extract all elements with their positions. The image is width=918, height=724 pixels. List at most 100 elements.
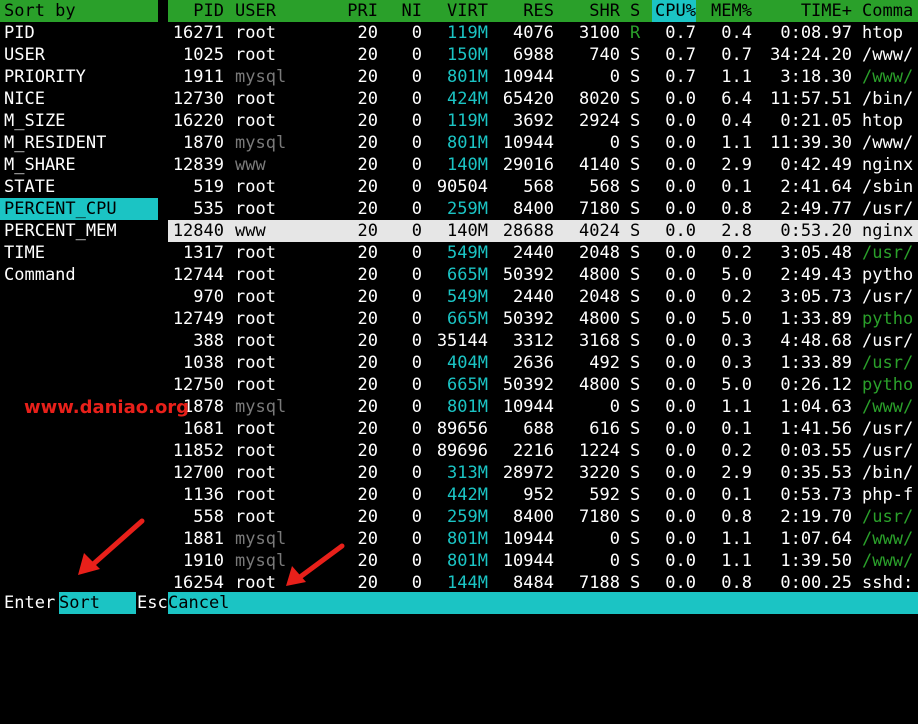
cell-user: root — [235, 375, 276, 395]
table-row[interactable]: 1136 root 20 0 442M 952 592 S 0.0 0.1 0:53.73 php-f — [168, 484, 918, 506]
header-time[interactable]: TIME+ — [762, 0, 852, 22]
sort-option-pid[interactable]: PID — [0, 22, 158, 44]
cell-time: 2:49.43 — [780, 265, 852, 285]
cell-virt: 549M — [447, 243, 488, 263]
sort-option-time[interactable]: TIME — [0, 242, 158, 264]
table-row[interactable]: 12840 www 20 0 140M 28688 4024 S 0.0 2.8 0:53.20 ng… — [168, 220, 918, 242]
function-key-bar: Enter Sort Esc Cancel — [0, 592, 918, 614]
header-state[interactable]: S — [630, 0, 640, 22]
sort-option-percent-cpu[interactable]: PERCENT_CPU — [0, 198, 158, 220]
cell-ni: 0 — [411, 199, 422, 219]
cancel-button[interactable]: Cancel — [168, 592, 918, 614]
table-row[interactable]: 12744 root 20 0 665M 50392 4800 S 0.0 5.0 2:49.43 p… — [168, 264, 918, 286]
cell-cmd: /www/ — [862, 551, 914, 571]
cell-pid: 12749 — [172, 309, 224, 329]
table-row[interactable]: 1878 mysql 20 0 801M 10944 0 S 0.0 1.1 1:04.63/www… — [168, 396, 918, 418]
cell-pri: 20 — [357, 23, 378, 43]
cell-pri: 20 — [357, 111, 378, 131]
cell-pid: 388 — [193, 331, 224, 351]
cell-user: mysql — [235, 133, 287, 153]
table-row[interactable]: 1870 mysql 20 0 801M 10944 0 S 0.0 1.1 11:39.30/ww… — [168, 132, 918, 154]
table-row[interactable]: 388 root 20 0 35144 3312 3168 S 0.0 0.3 4:48.68/us… — [168, 330, 918, 352]
cell-mem: 6.4 — [721, 89, 752, 109]
header-shr[interactable]: SHR — [564, 0, 620, 22]
cell-virt: 89696 — [436, 441, 488, 461]
sort-option-state[interactable]: STATE — [0, 176, 158, 198]
cell-virt: 424M — [447, 89, 488, 109]
table-row[interactable]: 12730 root 20 0 424M 65420 8020 S 0.0 6.4 11:57.51… — [168, 88, 918, 110]
esc-key: Esc — [137, 593, 168, 613]
sort-option-user[interactable]: USER — [0, 44, 158, 66]
cell-mem: 0.3 — [721, 353, 752, 373]
cell-res: 50392 — [502, 309, 554, 329]
sort-option-m-share[interactable]: M_SHARE — [0, 154, 158, 176]
header-user[interactable]: USER — [235, 0, 276, 22]
sort-option-m-resident[interactable]: M_RESIDENT — [0, 132, 158, 154]
cell-user: www — [235, 155, 266, 175]
cell-s: S — [630, 133, 641, 153]
cell-res: 688 — [523, 419, 554, 439]
header-mem[interactable]: MEM% — [706, 0, 752, 22]
cell-user: root — [235, 309, 276, 329]
sort-option-percent-mem[interactable]: PERCENT_MEM — [0, 220, 158, 242]
table-row[interactable]: 16271 root 20 0 119M 4076 3100 R 0.7 0.4 0:08.97 ht… — [168, 22, 918, 44]
cell-s: S — [630, 309, 641, 329]
cell-s: S — [630, 375, 641, 395]
cell-res: 8484 — [513, 573, 554, 593]
sort-option-nice[interactable]: NICE — [0, 88, 158, 110]
cell-pri: 20 — [357, 331, 378, 351]
cell-ni: 0 — [411, 309, 422, 329]
cell-s: S — [630, 485, 641, 505]
table-row[interactable]: 519 root 20 0 90504 568 568 S 0.0 0.1 2:41.64/sbin — [168, 176, 918, 198]
cell-time: 1:04.63 — [780, 397, 852, 417]
table-row[interactable]: 1038 root 20 0 404M 2636 492 S 0.0 0.3 1:33.89/usr… — [168, 352, 918, 374]
cell-pri: 20 — [357, 133, 378, 153]
table-row[interactable]: 12749 root 20 0 665M 50392 4800 S 0.0 5.0 1:33.89 p… — [168, 308, 918, 330]
cell-shr: 8020 — [579, 89, 620, 109]
cell-shr: 2048 — [579, 287, 620, 307]
header-pri[interactable]: PRI — [318, 0, 378, 22]
table-row[interactable]: 12839 www 20 0 140M 29016 4140 S 0.0 2.9 0:42.49 ng… — [168, 154, 918, 176]
cell-mem: 0.8 — [721, 199, 752, 219]
sort-button[interactable]: Sort — [59, 592, 136, 614]
cell-user: root — [235, 243, 276, 263]
cell-cmd: /www/ — [862, 67, 914, 87]
header-cpu[interactable]: CPU% — [652, 0, 696, 22]
cell-s: R — [630, 23, 641, 43]
table-row[interactable]: 12750 root 20 0 665M 50392 4800 S 0.0 5.0 0:26.12 p… — [168, 374, 918, 396]
header-res[interactable]: RES — [498, 0, 554, 22]
table-row[interactable]: 558 root 20 0 259M 8400 7180 S 0.0 0.8 2:19.70/usr… — [168, 506, 918, 528]
header-pid[interactable]: PID — [168, 0, 224, 22]
cell-cmd: htop — [862, 111, 903, 131]
sort-option-command[interactable]: Command — [0, 264, 158, 286]
cell-ni: 0 — [411, 507, 422, 527]
cell-pid: 11852 — [172, 441, 224, 461]
sort-option-priority[interactable]: PRIORITY — [0, 66, 158, 88]
cell-pri: 20 — [357, 353, 378, 373]
header-virt[interactable]: VIRT — [430, 0, 488, 22]
table-row[interactable]: 1911 mysql 20 0 801M 10944 0 S 0.7 1.1 3:18.30/www… — [168, 66, 918, 88]
header-command[interactable]: Comma — [862, 0, 913, 22]
table-row[interactable]: 16220 root 20 0 119M 3692 2924 S 0.0 0.4 0:21.05 ht… — [168, 110, 918, 132]
cell-res: 28972 — [502, 463, 554, 483]
table-row[interactable]: 1025 root 20 0 150M 6988 740 S 0.7 0.7 34:24.20/ww… — [168, 44, 918, 66]
cell-mem: 0.2 — [721, 287, 752, 307]
table-row[interactable]: 970 root 20 0 549M 2440 2048 S 0.0 0.2 3:05.73/usr… — [168, 286, 918, 308]
header-ni[interactable]: NI — [388, 0, 422, 22]
table-row[interactable]: 1317 root 20 0 549M 2440 2048 S 0.0 0.2 3:05.48/us… — [168, 242, 918, 264]
cell-mem: 0.1 — [721, 177, 752, 197]
cell-pid: 12750 — [172, 375, 224, 395]
table-row[interactable]: 1681 root 20 0 89656 688 616 S 0.0 0.1 1:41.56/usr… — [168, 418, 918, 440]
cell-mem: 2.9 — [721, 463, 752, 483]
cell-cpu: 0.0 — [665, 331, 696, 351]
cell-cpu: 0.0 — [665, 177, 696, 197]
table-row[interactable]: 12700 root 20 0 313M 28972 3220 S 0.0 2.9 0:35.53 /… — [168, 462, 918, 484]
cell-cmd: /usr/ — [862, 419, 914, 439]
cell-cpu: 0.0 — [665, 287, 696, 307]
table-row[interactable]: 535 root 20 0 259M 8400 7180 S 0.0 0.8 2:49.77/usr… — [168, 198, 918, 220]
sort-option-m-size[interactable]: M_SIZE — [0, 110, 158, 132]
cell-cpu: 0.0 — [665, 485, 696, 505]
cell-cmd: /www/ — [862, 133, 914, 153]
table-row[interactable]: 11852 root 20 0 89696 2216 1224 S 0.0 0.2 0:03.55 /… — [168, 440, 918, 462]
cell-ni: 0 — [411, 89, 422, 109]
